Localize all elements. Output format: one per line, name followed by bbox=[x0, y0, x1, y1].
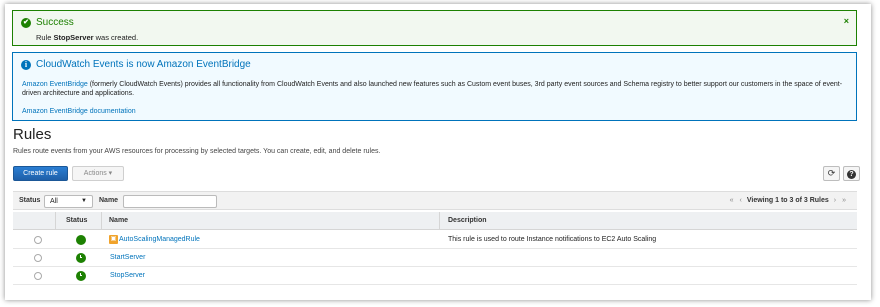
close-icon[interactable]: × bbox=[844, 16, 849, 26]
status-filter-select[interactable]: All ▼ bbox=[44, 195, 93, 208]
column-divider bbox=[439, 212, 440, 230]
rule-name-link[interactable]: StartServer bbox=[110, 254, 145, 261]
help-button[interactable]: ? bbox=[843, 166, 860, 181]
info-body: Amazon EventBridge (formerly CloudWatch … bbox=[22, 80, 850, 98]
filter-bar: Status All ▼ Name « ‹ Viewing 1 to 3 of 3… bbox=[13, 191, 857, 210]
name-filter-label: Name bbox=[99, 197, 119, 204]
rule-description: This rule is used to route Instance noti… bbox=[448, 236, 657, 243]
status-filter-value: All bbox=[50, 198, 58, 205]
next-page-icon[interactable]: › bbox=[834, 197, 836, 204]
page-title: Rules bbox=[13, 126, 52, 143]
column-header-name[interactable]: Name bbox=[109, 217, 128, 224]
success-message-suffix: was created. bbox=[93, 33, 139, 42]
success-title: Success bbox=[36, 17, 74, 28]
row-radio[interactable] bbox=[34, 272, 42, 280]
table-header: Status Name Description bbox=[13, 212, 857, 230]
status-filter-label: Status bbox=[19, 197, 41, 204]
prev-page-icon[interactable]: ‹ bbox=[740, 197, 742, 204]
rule-name-link[interactable]: StopServer bbox=[110, 272, 145, 279]
info-icon: i bbox=[21, 60, 31, 70]
check-circle-icon: ✔ bbox=[21, 18, 31, 28]
last-page-icon[interactable]: » bbox=[842, 197, 846, 204]
column-divider bbox=[101, 212, 102, 230]
pager-text: Viewing 1 to 3 of 3 Rules bbox=[746, 197, 829, 204]
managed-rule-icon: ▣ bbox=[109, 235, 118, 244]
success-message: Rule StopServer was created. bbox=[36, 33, 138, 42]
status-enabled-icon bbox=[76, 235, 86, 245]
success-flashbar: ✔ Success Rule StopServer was created. × bbox=[12, 10, 857, 46]
table-row[interactable]: ▣ AutoScalingManagedRule This rule is us… bbox=[13, 231, 857, 249]
created-rule-name: StopServer bbox=[53, 33, 94, 42]
eventbridge-docs-link[interactable]: Amazon EventBridge documentation bbox=[22, 108, 136, 115]
eventbridge-link[interactable]: Amazon EventBridge bbox=[22, 81, 88, 88]
row-radio[interactable] bbox=[34, 236, 42, 244]
caret-down-icon: ▼ bbox=[81, 198, 87, 204]
column-header-status[interactable]: Status bbox=[66, 217, 87, 224]
page-description: Rules route events from your AWS resourc… bbox=[13, 148, 381, 155]
column-header-description[interactable]: Description bbox=[448, 217, 487, 224]
table-row[interactable]: StartServer bbox=[13, 249, 857, 267]
success-message-prefix: Rule bbox=[36, 33, 54, 42]
info-banner: i CloudWatch Events is now Amazon EventB… bbox=[12, 52, 857, 121]
refresh-icon: ⟳ bbox=[827, 168, 836, 178]
row-radio[interactable] bbox=[34, 254, 42, 262]
column-divider bbox=[55, 212, 56, 230]
info-title: CloudWatch Events is now Amazon EventBri… bbox=[36, 59, 251, 70]
help-icon: ? bbox=[847, 170, 856, 179]
name-filter-input[interactable] bbox=[123, 195, 217, 208]
status-enabled-icon bbox=[76, 271, 86, 281]
info-body-text: (formerly CloudWatch Events) provides al… bbox=[22, 81, 843, 97]
actions-dropdown[interactable]: Actions ▾ bbox=[72, 166, 124, 181]
first-page-icon[interactable]: « bbox=[730, 197, 734, 204]
pagination: « ‹ Viewing 1 to 3 of 3 Rules › » bbox=[727, 197, 849, 204]
refresh-button[interactable]: ⟳ bbox=[823, 166, 840, 181]
rule-name-link[interactable]: AutoScalingManagedRule bbox=[119, 236, 200, 243]
status-enabled-icon bbox=[76, 253, 86, 263]
create-rule-button[interactable]: Create rule bbox=[13, 166, 68, 181]
table-row[interactable]: StopServer bbox=[13, 267, 857, 285]
